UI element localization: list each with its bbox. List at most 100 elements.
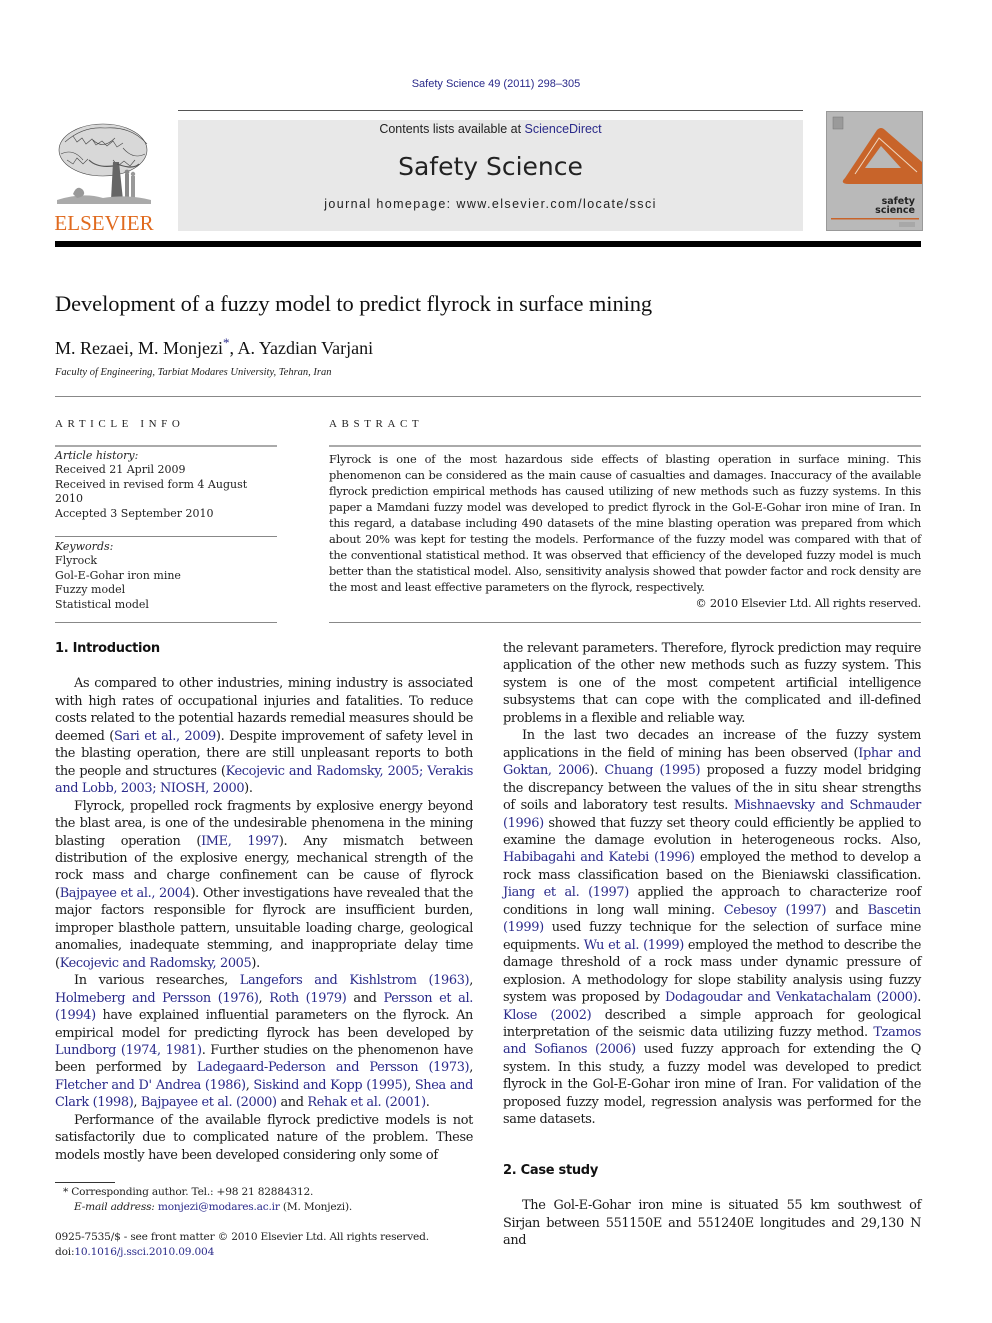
contents-line: Contents lists available at ScienceDirec… (178, 122, 803, 136)
header-divider (178, 110, 803, 111)
section-heading-introduction: 1. Introduction (55, 641, 160, 656)
email-link[interactable]: monjezi@modares.ac.ir (158, 1201, 280, 1213)
paragraph-text: and (826, 902, 868, 918)
paragraph: The Gol-E-Gohar iron mine is situated 55… (503, 1197, 921, 1249)
journal-title: Safety Science (398, 152, 583, 181)
author-list: M. Rezaei, M. Monjezi*, A. Yazdian Varja… (55, 335, 373, 359)
issn-line: 0925-7535/$ - see front matter © 2010 El… (55, 1231, 429, 1243)
paragraph-text: , (407, 1077, 415, 1093)
paragraph-text: ). (244, 781, 253, 797)
keywords-label: Keywords: (55, 540, 114, 553)
article-info-rule (55, 445, 277, 447)
citation-link[interactable]: Fletcher and D' Andrea (1986) (55, 1078, 246, 1093)
keywords-rule (55, 536, 277, 537)
paragraph: Performance of the available flyrock pre… (55, 1112, 473, 1164)
paragraph-text: ). (589, 763, 605, 779)
article-info-heading: ARTICLE INFO (55, 418, 185, 430)
article-info-bottom-rule (55, 622, 277, 623)
keyword: Statistical model (55, 597, 149, 611)
elsevier-logo[interactable]: ELSEVIER (53, 120, 155, 235)
doi-prefix: doi: (55, 1246, 75, 1258)
paragraph-text: . (917, 990, 922, 1006)
citation-link[interactable]: Siskind and Kopp (1995) (253, 1078, 407, 1093)
history-accepted: Accepted 3 September 2010 (55, 506, 214, 520)
citation-link[interactable]: Wu et al. (1999) (584, 938, 684, 953)
article-title: Development of a fuzzy model to predict … (55, 291, 653, 316)
paragraph-text: , (469, 973, 473, 989)
elsevier-tree-icon (57, 123, 151, 204)
paragraph-text: In various researches, (74, 973, 240, 989)
paragraph-text: The Gol-E-Gohar iron mine is situated 55… (503, 1198, 921, 1249)
citation-link[interactable]: Cebesoy (1997) (724, 903, 827, 918)
citation-link[interactable]: Langefors and Kishlstrom (1963) (240, 973, 470, 988)
elsevier-wordmark: ELSEVIER (54, 211, 154, 235)
email-suffix: (M. Monjezi). (279, 1201, 353, 1213)
email-label: E-mail address: (74, 1201, 155, 1213)
journal-homepage[interactable]: journal homepage: www.elsevier.com/locat… (178, 197, 803, 211)
safety-triangle-icon: safety science (831, 116, 922, 227)
citation-link[interactable]: Lundborg (1974, 1981) (55, 1043, 202, 1058)
sciencedirect-link[interactable]: ScienceDirect (525, 122, 602, 136)
paragraph-text: and (276, 1095, 308, 1111)
paragraph: As compared to other industries, mining … (55, 675, 473, 797)
citation-link[interactable]: Ladegaard-Pederson and Persson (1973) (197, 1060, 470, 1075)
left-column: 1. Introduction As compared to other ind… (55, 640, 473, 1164)
footnote-corresponding-text: Corresponding author. Tel.: +98 21 82884… (71, 1186, 314, 1198)
paragraph: the relevant parameters. Therefore, flyr… (503, 640, 921, 727)
paragraph-text: showed that fuzzy set theory could effic… (503, 815, 921, 848)
doi-link[interactable]: 10.1016/j.ssci.2010.09.004 (74, 1246, 214, 1258)
keywords: Keywords: Flyrock Gol-E-Gohar iron mine … (55, 540, 277, 612)
footnote-mark: * (63, 1186, 69, 1198)
cover-text-science: science (875, 205, 915, 216)
citation-link[interactable]: Sari et al., 2009 (114, 729, 216, 744)
article-history-label: Article history: (55, 449, 139, 462)
citation-link[interactable]: Holmeberg and Persson (1976) (55, 991, 259, 1006)
journal-banner: Contents lists available at ScienceDirec… (178, 120, 803, 231)
abstract-rule (329, 445, 921, 447)
affiliation: Faculty of Engineering, Tarbiat Modares … (55, 367, 332, 378)
abstract-body: Flyrock is one of the most hazardous sid… (329, 451, 921, 611)
paragraph-text: and (346, 990, 384, 1006)
paragraph-text: , (258, 990, 270, 1006)
keyword: Fuzzy model (55, 583, 126, 597)
footer-meta: 0925-7535/$ - see front matter © 2010 El… (55, 1230, 429, 1260)
paragraph-text: , (133, 1095, 141, 1111)
title-divider (55, 396, 921, 397)
paragraph-text: . (425, 1095, 430, 1111)
paragraph-text: Performance of the available flyrock pre… (55, 1112, 473, 1163)
paragraph-text: the relevant parameters. Therefore, flyr… (503, 641, 921, 726)
citation-link[interactable]: Chuang (1995) (604, 763, 700, 778)
history-received: Received 21 April 2009 (55, 463, 186, 477)
citation-link[interactable]: Kecojevic and Radomsky, 2005 (60, 956, 252, 971)
paragraph: In various researches, Langefors and Kis… (55, 972, 473, 1112)
section-heading-case-study: 2. Case study (503, 1162, 598, 1178)
citation-link[interactable]: Dodagoudar and Venkatachalam (2000) (665, 990, 918, 1005)
citation-link[interactable]: Klose (2002) (503, 1008, 592, 1023)
journal-citation[interactable]: Safety Science 49 (2011) 298–305 (0, 78, 992, 90)
abstract-bottom-rule (329, 622, 921, 623)
citation-link[interactable]: Habibagahi and Katebi (1996) (503, 850, 695, 865)
citation-link[interactable]: Bajpayee et al., 2004 (60, 886, 191, 901)
author-name[interactable]: A. Yazdian Varjani (237, 338, 373, 358)
citation-link[interactable]: Rehak et al. (2001) (307, 1095, 426, 1110)
citation-link[interactable]: Bajpayee et al. (2000) (141, 1095, 277, 1110)
citation-link[interactable]: Jiang et al. (1997) (503, 885, 629, 900)
citation-link[interactable]: IME, 1997 (201, 834, 279, 849)
header-thick-rule (55, 241, 921, 247)
keyword: Gol-E-Gohar iron mine (55, 568, 181, 582)
paragraph: Flyrock, propelled rock fragments by exp… (55, 798, 473, 973)
keyword: Flyrock (55, 554, 98, 568)
footnote-rule (55, 1182, 115, 1183)
paragraph-text: , (469, 1060, 473, 1076)
author-name[interactable]: M. Rezaei (55, 338, 129, 358)
footnote-corresponding: * Corresponding author. Tel.: +98 21 828… (55, 1185, 352, 1215)
article-history: Article history: Received 21 April 2009 … (55, 449, 277, 521)
journal-cover[interactable]: safety science (826, 111, 923, 231)
right-column: the relevant parameters. Therefore, flyr… (503, 640, 921, 1250)
paragraph-text: ). (251, 955, 260, 971)
citation-link[interactable]: Roth (1979) (269, 991, 347, 1006)
abstract-copyright: © 2010 Elsevier Ltd. All rights reserved… (695, 596, 921, 610)
abstract-heading: ABSTRACT (329, 418, 424, 430)
author-name[interactable]: M. Monjezi (138, 338, 223, 358)
history-revised: Received in revised form 4 August 2010 (55, 477, 248, 506)
